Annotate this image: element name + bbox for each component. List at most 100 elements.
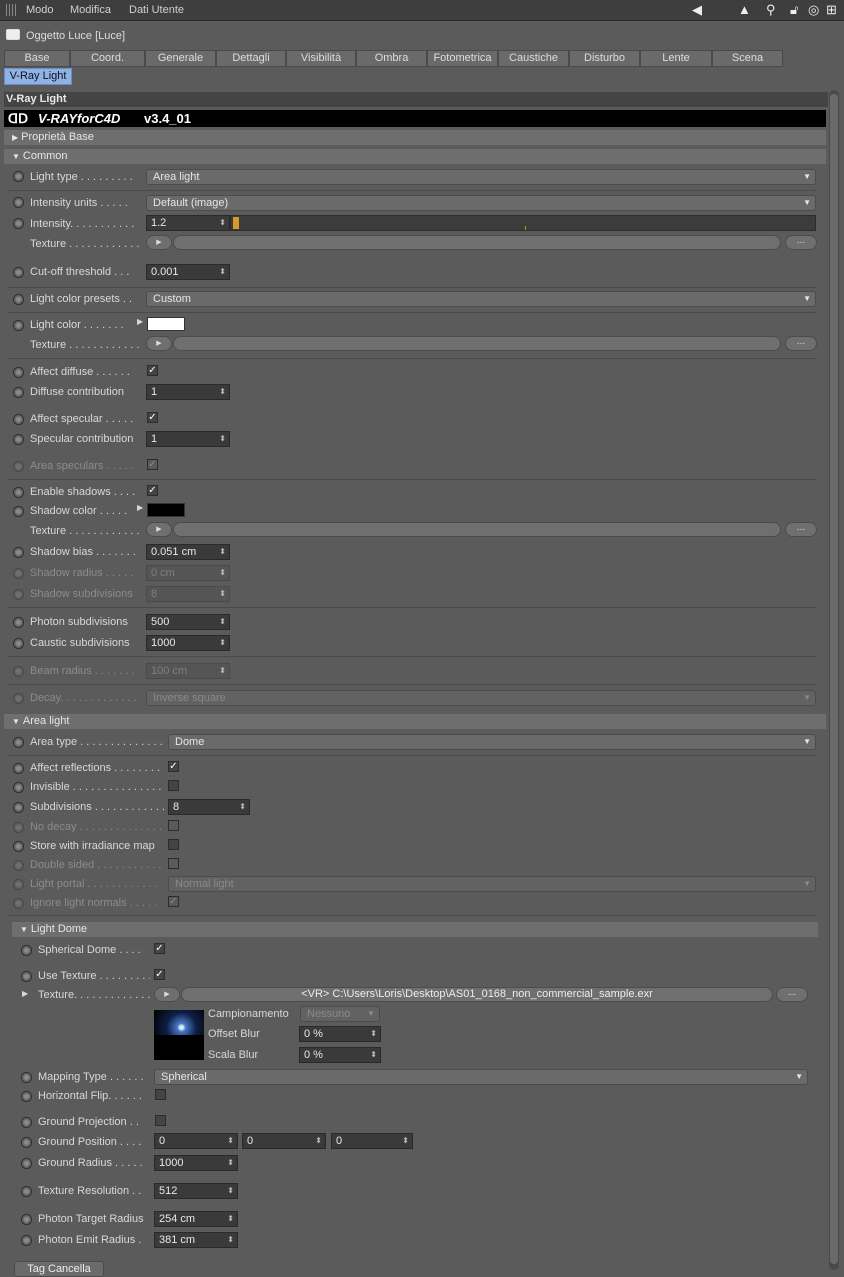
dome-texture-path[interactable]: <VR> C:\Users\Loris\Desktop\AS01_0168_no… xyxy=(181,987,773,1002)
spinner-icon[interactable]: ⬍ xyxy=(227,1134,234,1148)
anim-radio-icon[interactable] xyxy=(13,638,24,649)
spinner-icon[interactable]: ⬍ xyxy=(219,265,226,279)
invisible-checkbox[interactable] xyxy=(168,780,179,791)
expand-triangle-icon[interactable]: ▶ xyxy=(22,989,28,998)
spinner-icon[interactable]: ⬍ xyxy=(219,545,226,559)
back-arrow-icon[interactable]: ◀︎ xyxy=(692,2,702,18)
tab-caustiche[interactable]: Caustiche xyxy=(498,50,569,67)
mapping-type-dropdown[interactable]: Spherical ▼ xyxy=(154,1069,808,1085)
area-type-dropdown[interactable]: Dome ▼ xyxy=(168,734,816,750)
anim-radio-icon[interactable] xyxy=(13,841,24,852)
cutoff-threshold-field[interactable]: 0.001 ⬍ xyxy=(146,264,230,280)
spinner-icon[interactable]: ⬍ xyxy=(370,1027,377,1041)
offset-blur-field[interactable]: 0 % ⬍ xyxy=(299,1026,381,1042)
tab-coord[interactable]: Coord. xyxy=(70,50,145,67)
anim-radio-icon[interactable] xyxy=(13,367,24,378)
texture-browse-button[interactable]: ... xyxy=(785,522,817,537)
tag-cancella-button[interactable]: Tag Cancella xyxy=(14,1261,104,1277)
texture-browse-button[interactable]: ... xyxy=(785,336,817,351)
anim-radio-icon[interactable] xyxy=(13,763,24,774)
ground-projection-checkbox[interactable] xyxy=(155,1115,166,1126)
affect-reflections-checkbox[interactable]: ✓ xyxy=(168,761,179,772)
menu-dati-utente[interactable]: Dati Utente xyxy=(129,4,184,16)
spinner-icon[interactable]: ⬍ xyxy=(370,1048,377,1062)
photon-subdivisions-field[interactable]: 500 ⬍ xyxy=(146,614,230,630)
anim-radio-icon[interactable] xyxy=(21,1072,32,1083)
tab-dettagli[interactable]: Dettagli xyxy=(216,50,286,67)
anim-radio-icon[interactable] xyxy=(13,320,24,331)
vertical-scrollbar[interactable] xyxy=(829,90,839,1270)
tab-disturbo[interactable]: Disturbo xyxy=(569,50,640,67)
spinner-icon[interactable]: ⬍ xyxy=(227,1212,234,1226)
light-color-swatch[interactable] xyxy=(147,317,185,331)
spinner-icon[interactable]: ⬍ xyxy=(239,800,246,814)
photon-target-radius-field[interactable]: 254 cm ⬍ xyxy=(154,1211,238,1227)
photon-emit-radius-field[interactable]: 381 cm ⬍ xyxy=(154,1232,238,1248)
diffuse-contribution-field[interactable]: 1 ⬍ xyxy=(146,384,230,400)
intensity-field[interactable]: 1.2 ⬍ xyxy=(146,215,230,231)
tab-ombra[interactable]: Ombra xyxy=(356,50,427,67)
expand-triangle-icon[interactable]: ▶ xyxy=(137,503,143,512)
anim-radio-icon[interactable] xyxy=(13,802,24,813)
anim-radio-icon[interactable] xyxy=(13,617,24,628)
group-proprieta-base[interactable]: ▶ Proprietà Base xyxy=(4,130,826,145)
texture-browse-button[interactable]: ... xyxy=(776,987,808,1002)
affect-diffuse-checkbox[interactable]: ✓ xyxy=(147,365,158,376)
anim-radio-icon[interactable] xyxy=(21,945,32,956)
tab-generale[interactable]: Generale xyxy=(145,50,216,67)
texture-path-field[interactable] xyxy=(173,522,781,537)
group-area-light[interactable]: ▼ Area light xyxy=(4,714,826,729)
anim-radio-icon[interactable] xyxy=(13,294,24,305)
menu-modifica[interactable]: Modifica xyxy=(70,4,111,16)
tab-scena[interactable]: Scena xyxy=(712,50,783,67)
anim-radio-icon[interactable] xyxy=(21,971,32,982)
group-light-dome[interactable]: ▼ Light Dome xyxy=(12,922,818,937)
anim-radio-icon[interactable] xyxy=(13,414,24,425)
anim-radio-icon[interactable] xyxy=(21,1137,32,1148)
shadow-bias-field[interactable]: 0.051 cm ⬍ xyxy=(146,544,230,560)
tab-vray-light[interactable]: V-Ray Light xyxy=(4,68,72,85)
anim-radio-icon[interactable] xyxy=(13,487,24,498)
add-panel-icon[interactable]: ⊞ xyxy=(826,2,837,18)
shadow-color-swatch[interactable] xyxy=(147,503,185,517)
use-texture-checkbox[interactable]: ✓ xyxy=(154,969,165,980)
spinner-icon[interactable]: ⬍ xyxy=(219,615,226,629)
spinner-icon[interactable]: ⬍ xyxy=(219,216,226,230)
intensity-slider[interactable] xyxy=(230,215,816,231)
anim-radio-icon[interactable] xyxy=(13,218,24,229)
anim-radio-icon[interactable] xyxy=(13,506,24,517)
anim-radio-icon[interactable] xyxy=(21,1091,32,1102)
spinner-icon[interactable]: ⬍ xyxy=(219,385,226,399)
affect-specular-checkbox[interactable]: ✓ xyxy=(147,412,158,423)
specular-contribution-field[interactable]: 1 ⬍ xyxy=(146,431,230,447)
expand-triangle-icon[interactable]: ▶ xyxy=(137,317,143,326)
group-common[interactable]: ▼ Common xyxy=(4,149,826,164)
anim-radio-icon[interactable] xyxy=(21,1214,32,1225)
ground-position-y[interactable]: 0 ⬍ xyxy=(242,1133,326,1149)
anim-radio-icon[interactable] xyxy=(13,387,24,398)
menu-modo[interactable]: Modo xyxy=(26,4,54,16)
anim-radio-icon[interactable] xyxy=(21,1158,32,1169)
tab-lente[interactable]: Lente xyxy=(640,50,712,67)
scala-blur-field[interactable]: 0 % ⬍ xyxy=(299,1047,381,1063)
texture-play-button[interactable]: ▶ xyxy=(154,987,180,1002)
tab-fotometrica[interactable]: Fotometrica xyxy=(427,50,498,67)
ground-position-x[interactable]: 0 ⬍ xyxy=(154,1133,238,1149)
ground-radius-field[interactable]: 1000 ⬍ xyxy=(154,1155,238,1171)
anim-radio-icon[interactable] xyxy=(13,782,24,793)
spinner-icon[interactable]: ⬍ xyxy=(227,1184,234,1198)
texture-play-button[interactable]: ▶ xyxy=(146,235,172,250)
ground-position-z[interactable]: 0 ⬍ xyxy=(331,1133,413,1149)
store-irradiance-checkbox[interactable] xyxy=(168,839,179,850)
texture-resolution-field[interactable]: 512 ⬍ xyxy=(154,1183,238,1199)
anim-radio-icon[interactable] xyxy=(13,547,24,558)
texture-play-button[interactable]: ▶ xyxy=(146,336,172,351)
subdivisions-field[interactable]: 8 ⬍ xyxy=(168,799,250,815)
cursor-icon[interactable]: ▲ xyxy=(738,2,751,18)
tab-visibilita[interactable]: Visibilità xyxy=(286,50,356,67)
spinner-icon[interactable]: ⬍ xyxy=(402,1134,409,1148)
texture-path-field[interactable] xyxy=(173,336,781,351)
spinner-icon[interactable]: ⬍ xyxy=(315,1134,322,1148)
anim-radio-icon[interactable] xyxy=(13,434,24,445)
lock-icon[interactable]: 🔓︎ xyxy=(790,2,798,18)
